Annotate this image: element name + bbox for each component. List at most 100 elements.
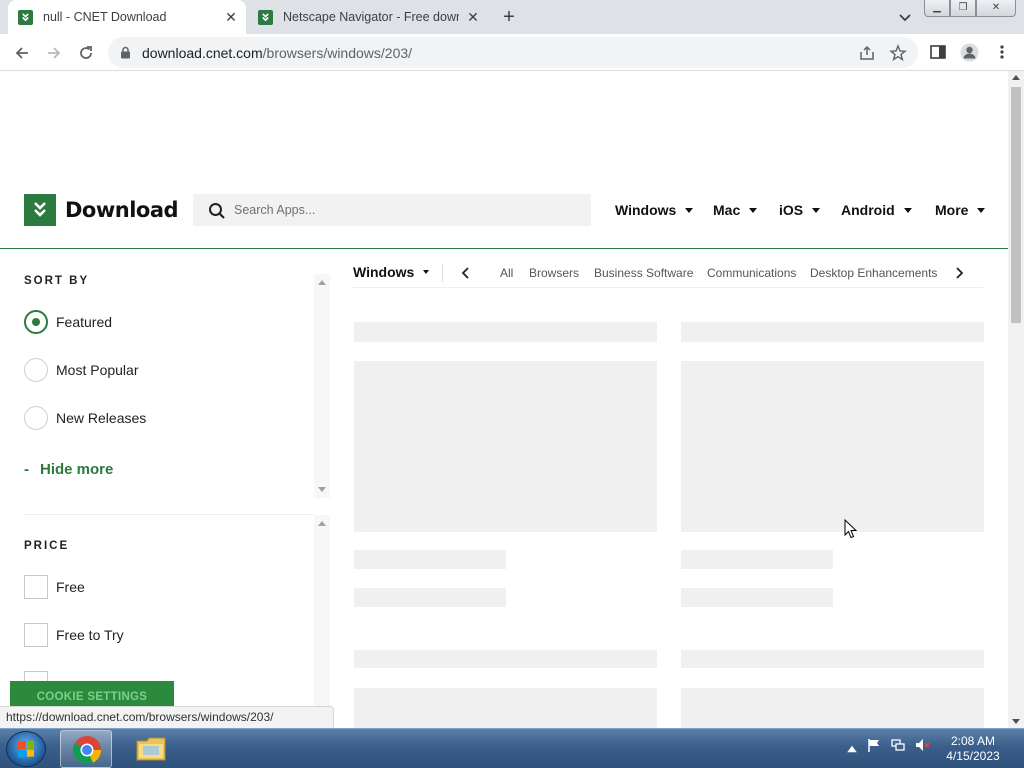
scroll-down-icon[interactable] <box>1012 719 1020 724</box>
caret-down-icon <box>685 207 694 213</box>
restore-button[interactable]: ❐ <box>950 0 976 17</box>
caret-down-icon <box>423 270 430 274</box>
nav-windows[interactable]: Windows <box>615 194 694 226</box>
category-business-software[interactable]: Business Software <box>594 266 693 280</box>
window-controls: ▁ ❐ ✕ <box>924 0 1016 17</box>
tab-search-chevron-icon[interactable] <box>896 8 914 26</box>
skeleton-card-image <box>681 688 984 728</box>
skeleton-card-image <box>354 361 657 532</box>
page-scrollbar[interactable] <box>1008 71 1024 728</box>
scroll-up-icon[interactable] <box>318 521 326 526</box>
new-tab-button[interactable]: + <box>498 6 520 28</box>
scroll-thumb[interactable] <box>1011 87 1021 323</box>
back-button[interactable] <box>11 42 33 64</box>
price-panel-scrollbar[interactable] <box>314 515 330 728</box>
search-placeholder: Search Apps... <box>234 203 316 217</box>
skeleton-card-image <box>681 361 984 532</box>
sidebar-divider <box>24 514 314 515</box>
skeleton-card-image <box>354 688 657 728</box>
tab-close-icon[interactable]: ✕ <box>224 10 238 24</box>
category-communications[interactable]: Communications <box>707 266 796 280</box>
windows-logo-icon <box>18 740 34 758</box>
minimize-button[interactable]: ▁ <box>924 0 950 17</box>
taskbar-chrome[interactable] <box>60 730 112 768</box>
chevron-right-icon[interactable] <box>952 265 966 281</box>
scroll-up-icon[interactable] <box>318 280 326 285</box>
nav-mac[interactable]: Mac <box>713 194 758 226</box>
cnet-favicon-icon <box>258 9 273 25</box>
profile-avatar-icon[interactable] <box>960 43 979 62</box>
nav-more[interactable]: More <box>935 194 986 226</box>
show-hidden-icons-icon[interactable] <box>844 741 860 757</box>
chrome-icon <box>73 736 101 764</box>
caret-down-icon <box>812 207 821 213</box>
tab-strip: null - CNET Download ✕ Netscape Navigato… <box>0 0 1024 34</box>
price-free-checkbox[interactable] <box>24 575 48 599</box>
sort-featured-label[interactable]: Featured <box>56 314 112 330</box>
address-bar[interactable]: download.cnet.com/browsers/windows/203/ <box>108 37 918 68</box>
sort-panel-scrollbar[interactable] <box>314 274 330 498</box>
caret-down-icon <box>903 207 912 213</box>
price-free-label[interactable]: Free <box>56 579 85 595</box>
volume-muted-icon[interactable] <box>914 737 930 753</box>
forward-button[interactable] <box>43 42 65 64</box>
platform-dropdown[interactable]: Windows <box>353 264 430 280</box>
nav-android[interactable]: Android <box>841 194 912 226</box>
lock-icon <box>121 46 130 59</box>
skeleton-title <box>681 650 984 668</box>
reload-button[interactable] <box>75 42 97 64</box>
sort-new-releases-radio[interactable] <box>24 406 48 430</box>
skeleton-title <box>354 650 657 668</box>
tab-cnet-download[interactable]: null - CNET Download ✕ <box>8 0 246 34</box>
search-icon <box>209 203 225 219</box>
sort-featured-radio[interactable] <box>24 310 48 334</box>
system-clock[interactable]: 2:08 AM 4/15/2023 <box>938 734 1008 764</box>
category-browsers[interactable]: Browsers <box>529 266 579 280</box>
tab-close-icon[interactable]: ✕ <box>466 10 480 24</box>
skeleton-line <box>681 588 833 607</box>
tab-title: Netscape Navigator - Free downl <box>283 10 459 24</box>
sort-most-popular-radio[interactable] <box>24 358 48 382</box>
price-free-to-try-checkbox[interactable] <box>24 623 48 647</box>
download-logo[interactable]: Download <box>24 194 179 226</box>
caret-down-icon <box>749 207 758 213</box>
close-window-button[interactable]: ✕ <box>976 0 1016 17</box>
sort-new-releases-label[interactable]: New Releases <box>56 410 146 426</box>
share-icon[interactable] <box>858 44 876 62</box>
sort-most-popular-label[interactable]: Most Popular <box>56 362 138 378</box>
category-all[interactable]: All <box>500 266 513 280</box>
download-logo-icon <box>24 194 56 226</box>
chevron-left-icon[interactable] <box>459 265 473 281</box>
price-free-to-try-label[interactable]: Free to Try <box>56 627 124 643</box>
nav-ios[interactable]: iOS <box>779 194 821 226</box>
forward-arrow-icon <box>48 47 61 59</box>
cnet-favicon-icon <box>18 9 33 25</box>
hide-more-link[interactable]: - Hide more <box>24 461 113 478</box>
skeleton-line <box>681 550 833 569</box>
skeleton-title <box>681 322 984 342</box>
network-icon[interactable] <box>890 737 906 753</box>
search-apps-input[interactable]: Search Apps... <box>193 194 591 226</box>
start-button[interactable] <box>6 731 46 767</box>
side-panel-icon[interactable] <box>929 43 947 61</box>
scroll-down-icon[interactable] <box>318 487 326 492</box>
sort-by-label: SORT BY <box>24 275 90 287</box>
skeleton-line <box>354 588 506 607</box>
category-desktop-enhancements[interactable]: Desktop Enhancements <box>810 266 937 280</box>
reload-icon <box>80 46 92 59</box>
menu-dots-icon[interactable] <box>994 43 1010 61</box>
tab-netscape-navigator[interactable]: Netscape Navigator - Free downl ✕ <box>248 0 488 34</box>
tab-title: null - CNET Download <box>43 10 167 24</box>
bookmark-star-icon[interactable] <box>889 44 907 62</box>
price-label: PRICE <box>24 540 70 552</box>
taskbar-explorer[interactable] <box>124 730 176 768</box>
mouse-cursor-icon <box>844 519 858 539</box>
logo-text: Download <box>65 198 179 222</box>
clock-date: 4/15/2023 <box>946 749 1000 763</box>
scroll-up-icon[interactable] <box>1012 75 1020 80</box>
action-center-flag-icon[interactable] <box>866 737 882 753</box>
skeleton-title <box>354 322 657 342</box>
category-separator <box>442 264 443 282</box>
back-arrow-icon <box>15 47 28 59</box>
folder-icon <box>136 737 166 761</box>
